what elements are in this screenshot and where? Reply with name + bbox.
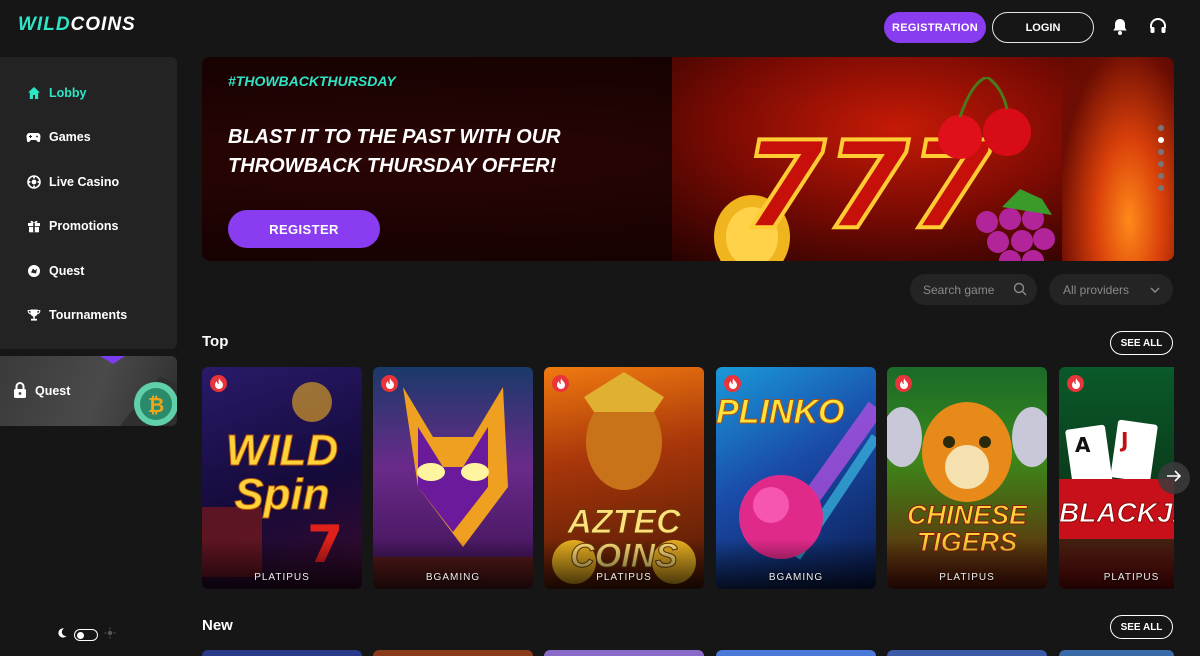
logo[interactable]: WILDCOINS	[18, 14, 136, 36]
slider-dot[interactable]	[1158, 149, 1164, 155]
new-game-card[interactable]	[544, 650, 704, 656]
trophy-icon	[26, 308, 41, 323]
see-all-new-button[interactable]: SEE ALL	[1110, 615, 1173, 639]
fire-icon	[381, 375, 398, 392]
theme-switch[interactable]	[74, 629, 98, 641]
game-provider: BGAMING	[425, 572, 481, 583]
arrow-right-icon	[1166, 469, 1182, 487]
logo-part-coins: COINS	[70, 14, 136, 35]
sidebar-item-label: Promotions	[49, 219, 119, 233]
promo-banner[interactable]: 777 #THOWBACKTHURSDAY BLAST IT TO THE PA…	[202, 57, 1174, 261]
banner-headline: BLAST IT TO THE PAST WITH OUR THROWBACK …	[228, 123, 648, 181]
chevron-down-icon	[1149, 284, 1161, 298]
game-card[interactable]: AZTEC COINS PLATIPUS	[544, 367, 704, 589]
logo-part-wild: WILD	[18, 14, 71, 35]
sidebar-item-label: Games	[49, 130, 91, 144]
gamepad-icon	[26, 130, 41, 145]
game-title: PLINKO	[716, 393, 845, 431]
home-icon	[26, 86, 41, 101]
banner-headline-line1: BLAST IT TO THE PAST WITH OUR	[228, 126, 561, 148]
sidebar-item-label: Tournaments	[49, 308, 128, 322]
registration-button[interactable]: REGISTRATION	[884, 12, 986, 43]
banner-register-button[interactable]: REGISTER	[228, 210, 380, 248]
sidebar-item-label: Live Casino	[49, 175, 120, 189]
providers-label: All providers	[1063, 282, 1130, 297]
gift-icon	[26, 219, 41, 234]
fire-icon	[1067, 375, 1084, 392]
game-provider: PLATIPUS	[254, 572, 310, 583]
sidebar-item-label: Quest	[49, 264, 85, 278]
new-game-card[interactable]	[716, 650, 876, 656]
sidebar-item-live-casino[interactable]: Live Casino	[26, 172, 119, 192]
new-game-card[interactable]	[1059, 650, 1174, 656]
slider-dot[interactable]	[1158, 173, 1164, 179]
live-casino-icon	[26, 175, 41, 190]
game-card[interactable]: CHINESE TIGERS PLATIPUS	[887, 367, 1047, 589]
carousel-next-button[interactable]	[1158, 462, 1190, 494]
game-card[interactable]: 7 WILD Spin PLATIPUS	[202, 367, 362, 589]
fire-icon	[895, 375, 912, 392]
game-provider: BGAMING	[768, 572, 824, 583]
new-game-card[interactable]	[202, 650, 362, 656]
quest-promo-card[interactable]: ₿ Quest	[0, 356, 177, 426]
search-icon	[1013, 282, 1027, 299]
theme-toggle[interactable]	[56, 626, 116, 644]
lock-icon	[13, 381, 27, 404]
game-card[interactable]: A J BLACKJA PLATIPUS	[1059, 367, 1174, 589]
game-title: WILD Spin	[225, 426, 339, 519]
banner-headline-line2: THROWBACK THURSDAY OFFER!	[228, 155, 557, 177]
fire-icon	[724, 375, 741, 392]
slider-dots	[1158, 125, 1164, 191]
game-card[interactable]: PLINKO BGAMING	[716, 367, 876, 589]
search-placeholder: Search game	[923, 282, 995, 297]
banner-hashtag: #THOWBACKTHURSDAY	[228, 73, 396, 89]
svg-text:A: A	[1075, 433, 1091, 457]
login-button[interactable]: LOGIN	[992, 12, 1094, 43]
section-title-top: Top	[202, 333, 229, 350]
quest-card-art: ₿	[100, 356, 177, 426]
slider-dot[interactable]	[1158, 161, 1164, 167]
sun-icon	[104, 626, 116, 644]
slider-dot[interactable]	[1158, 125, 1164, 131]
slider-dot-active[interactable]	[1158, 137, 1164, 143]
slot-777-art: 777	[714, 77, 1055, 261]
game-card[interactable]: BGAMING	[373, 367, 533, 589]
see-all-top-button[interactable]: SEE ALL	[1110, 331, 1173, 355]
header: WILDCOINS REGISTRATION LOGIN	[0, 0, 1200, 56]
bell-icon[interactable]	[1110, 17, 1130, 37]
sidebar-item-lobby[interactable]: Lobby	[26, 83, 87, 103]
fire-icon	[552, 375, 569, 392]
new-game-card[interactable]	[373, 650, 533, 656]
svg-text:₿: ₿	[148, 393, 164, 417]
sidebar-item-quest[interactable]: Quest	[26, 261, 84, 281]
sidebar-item-tournaments[interactable]: Tournaments	[26, 305, 127, 325]
section-title-new: New	[202, 617, 233, 634]
search-input[interactable]: Search game	[910, 274, 1037, 305]
providers-dropdown[interactable]: All providers	[1049, 274, 1173, 305]
moon-icon	[56, 626, 68, 644]
svg-text:J: J	[1119, 428, 1128, 452]
quest-icon	[26, 264, 41, 279]
sidebar-item-games[interactable]: Games	[26, 127, 91, 147]
game-provider: PLATIPUS	[596, 572, 652, 583]
sidebar-item-promotions[interactable]: Promotions	[26, 216, 118, 236]
quest-card-label: Quest	[35, 384, 71, 398]
headset-icon[interactable]	[1148, 17, 1168, 37]
fire-icon	[210, 375, 227, 392]
slider-dot[interactable]	[1158, 185, 1164, 191]
game-provider: PLATIPUS	[939, 572, 995, 583]
game-title: BLACKJA	[1059, 497, 1174, 528]
game-provider: PLATIPUS	[1103, 572, 1160, 583]
new-game-card[interactable]	[887, 650, 1047, 656]
sidebar-item-label: Lobby	[49, 86, 87, 100]
